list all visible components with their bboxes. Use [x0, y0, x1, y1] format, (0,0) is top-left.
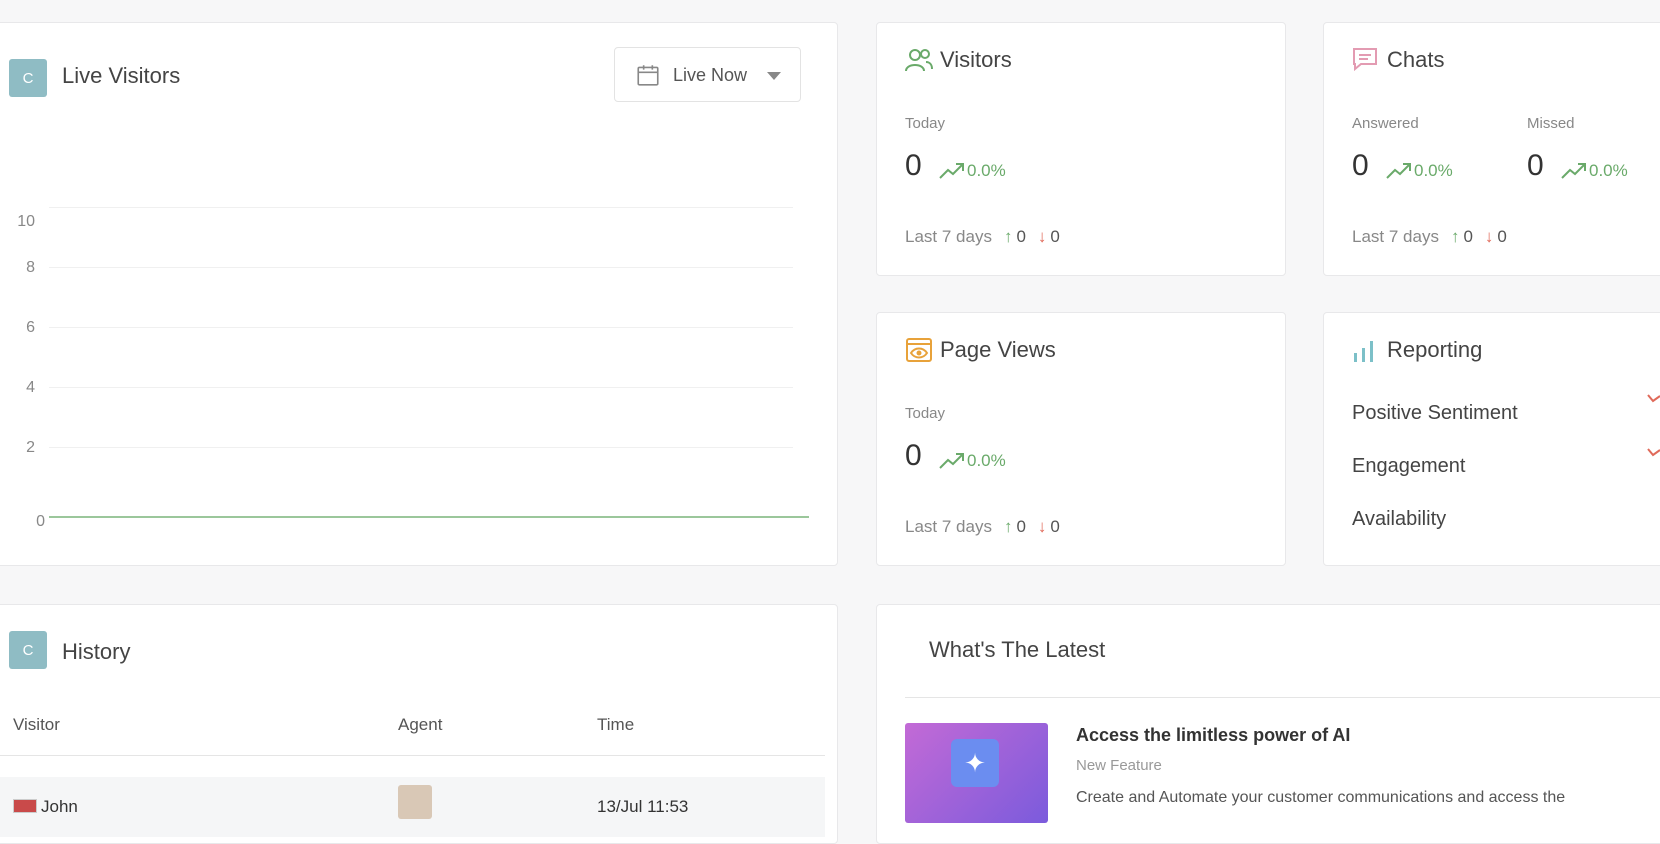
chats-up-count: 0 — [1463, 227, 1473, 246]
y-tick-4: 4 — [26, 379, 35, 396]
trend-up-icon — [939, 453, 964, 469]
trend-down-icon — [1647, 394, 1660, 403]
col-header-agent[interactable]: Agent — [398, 715, 442, 735]
caret-down-icon — [767, 72, 781, 80]
report-row-positive-sentiment[interactable]: Positive Sentiment — [1352, 402, 1518, 425]
visitors-today-value: 0 — [905, 149, 922, 182]
report-row-availability[interactable]: Availability — [1352, 508, 1446, 531]
visitors-last7-label: Last 7 days — [905, 227, 992, 246]
arrow-up-icon: ↑ — [1003, 227, 1013, 246]
visit-time: 13/Jul 11:53 — [597, 797, 689, 816]
range-dropdown-label: Live Now — [673, 65, 748, 85]
visitors-title: Visitors — [940, 47, 1012, 72]
flag-icon — [13, 799, 37, 813]
latest-item-tag: New Feature — [1076, 757, 1162, 774]
chats-missed-trend: 0.0% — [1561, 161, 1628, 181]
agent-avatar — [398, 785, 432, 819]
visitors-card: Visitors Today 0 0.0% Last 7 days ↑ 0 ↓ … — [876, 22, 1286, 276]
chats-down-count: 0 — [1497, 227, 1507, 246]
latest-title: What's The Latest — [929, 637, 1106, 662]
chats-last7: Last 7 days ↑ 0 ↓ 0 — [1352, 227, 1507, 247]
eye-browser-icon — [906, 338, 932, 362]
live-visitors-card: C Live Visitors Live Now 10 8 6 4 2 0 — [0, 22, 838, 566]
bar-chart-icon — [1354, 341, 1373, 362]
latest-item-text: Create and Automate your customer commun… — [1076, 789, 1566, 806]
chats-title: Chats — [1387, 47, 1445, 72]
report-row-engagement[interactable]: Engagement — [1352, 455, 1465, 478]
y-tick-8: 8 — [26, 259, 35, 276]
latest-card: What's The Latest ✦ Access the limitless… — [876, 604, 1660, 844]
trend-up-icon — [1386, 163, 1411, 179]
live-visitors-badge: C — [9, 59, 47, 97]
history-badge: C — [9, 631, 47, 669]
arrow-up-icon: ↑ — [1003, 517, 1013, 536]
page-views-down-count: 0 — [1050, 517, 1060, 536]
visitors-trend: 0.0% — [939, 161, 1006, 181]
visitors-up-count: 0 — [1016, 227, 1026, 246]
table-row[interactable]: John 13/Jul 11:53 — [0, 777, 825, 837]
page-views-trend: 0.0% — [939, 451, 1006, 471]
chats-answered-trend: 0.0% — [1386, 161, 1453, 181]
chats-missed-label: Missed — [1527, 115, 1575, 132]
history-title: History — [62, 639, 131, 664]
visitors-last7: Last 7 days ↑ 0 ↓ 0 — [905, 227, 1060, 247]
chats-card: Chats Answered 0 0.0% Missed 0 0.0% Last… — [1323, 22, 1660, 276]
page-views-title: Page Views — [940, 337, 1056, 362]
users-icon — [905, 49, 933, 72]
trend-up-icon — [939, 163, 964, 179]
y-tick-0: 0 — [36, 513, 45, 530]
visitors-trend-value: 0.0% — [967, 161, 1006, 180]
page-views-card: Page Views Today 0 0.0% Last 7 days ↑ 0 … — [876, 312, 1286, 566]
latest-thumbnail[interactable]: ✦ — [905, 723, 1048, 823]
page-views-last7-label: Last 7 days — [905, 517, 992, 536]
page-views-today-label: Today — [905, 405, 946, 422]
chats-missed-trend-value: 0.0% — [1589, 161, 1628, 180]
reporting-card: Reporting Positive Sentiment Engagement … — [1323, 312, 1660, 566]
page-views-last7: Last 7 days ↑ 0 ↓ 0 — [905, 517, 1060, 537]
chats-answered-value: 0 — [1352, 149, 1369, 182]
page-views-trend-value: 0.0% — [967, 451, 1006, 470]
magic-wand-icon: ✦ — [951, 739, 999, 787]
y-tick-10: 10 — [17, 213, 35, 230]
y-tick-2: 2 — [26, 439, 35, 456]
page-views-up-count: 0 — [1016, 517, 1026, 536]
range-dropdown[interactable]: Live Now — [614, 47, 801, 102]
latest-divider — [905, 697, 1660, 698]
chats-last7-label: Last 7 days — [1352, 227, 1439, 246]
y-tick-6: 6 — [26, 319, 35, 336]
live-visitors-chart — [49, 516, 809, 518]
col-header-time[interactable]: Time — [597, 715, 634, 735]
chats-missed-value: 0 — [1527, 149, 1544, 182]
visitors-down-count: 0 — [1050, 227, 1060, 246]
latest-item-title[interactable]: Access the limitless power of AI — [1076, 725, 1350, 746]
visitors-today-label: Today — [905, 115, 946, 132]
col-header-visitor[interactable]: Visitor — [13, 715, 60, 735]
calendar-icon — [637, 65, 659, 86]
arrow-down-icon: ↓ — [1037, 227, 1047, 246]
arrow-up-icon: ↑ — [1450, 227, 1460, 246]
trend-down-icon — [1647, 448, 1660, 457]
history-card: C History Visitor Agent Time John 13/Jul… — [0, 604, 838, 844]
visitor-name: John — [41, 797, 78, 816]
page-views-today-value: 0 — [905, 439, 922, 472]
chat-icon — [1353, 48, 1377, 71]
reporting-title: Reporting — [1387, 337, 1483, 362]
chats-answered-label: Answered — [1352, 115, 1419, 132]
chats-answered-trend-value: 0.0% — [1414, 161, 1453, 180]
trend-up-icon — [1561, 163, 1586, 179]
arrow-down-icon: ↓ — [1037, 517, 1047, 536]
arrow-down-icon: ↓ — [1484, 227, 1494, 246]
live-visitors-title: Live Visitors — [62, 63, 181, 88]
table-header-divider — [0, 755, 825, 756]
